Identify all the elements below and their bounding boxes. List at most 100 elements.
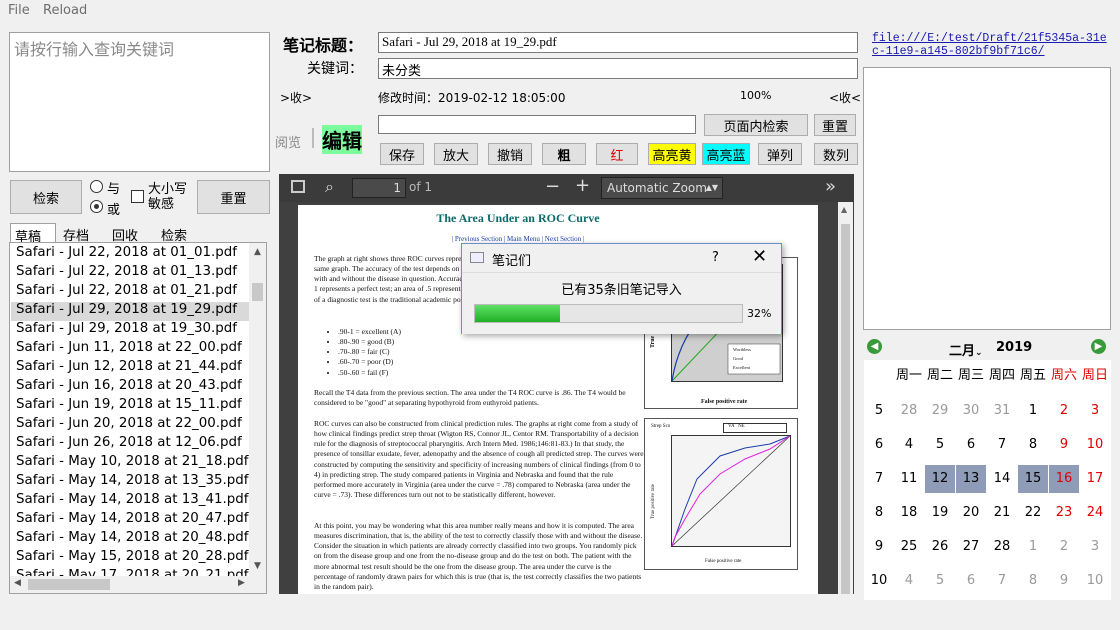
reset-edit-button[interactable]: 重置 [814, 114, 856, 136]
file-list-item[interactable]: Safari - Jul 29, 2018 at 19_30.pdf [16, 321, 237, 340]
calendar-day[interactable]: 31 [987, 397, 1017, 425]
file-list-item[interactable]: Safari - Jun 12, 2018 at 21_44.pdf [16, 359, 242, 378]
edit-button-5[interactable]: 高亮黄 [648, 143, 696, 165]
calendar-day[interactable]: 20 [956, 499, 986, 527]
calendar-day[interactable]: 9 [1049, 567, 1079, 595]
edit-button-1[interactable]: 放大 [434, 143, 478, 165]
sidebar-toggle-icon[interactable] [291, 180, 305, 193]
note-file-link[interactable]: file:///E:/test/Draft/21f5345a-31ec-11e9… [872, 32, 1112, 58]
collapse-left-toggle[interactable]: >收> [280, 89, 312, 106]
menu-file[interactable]: File [8, 3, 30, 18]
calendar-day[interactable]: 23 [1049, 499, 1079, 527]
zoom-select[interactable]: Automatic Zoom ▲▼ [601, 177, 723, 199]
calendar-day[interactable]: 10 [1080, 431, 1110, 459]
calendar-day[interactable]: 6 [956, 431, 986, 459]
next-month-icon[interactable]: ▶ [1091, 339, 1106, 354]
title-input[interactable]: Safari - Jul 29, 2018 at 19_29.pdf [378, 32, 858, 53]
read-mode-tab[interactable]: 阅览 [275, 132, 301, 151]
calendar-day[interactable]: 22 [1018, 499, 1048, 527]
zoom-out-icon[interactable]: − [545, 176, 560, 197]
edit-button-8[interactable]: 数列 [814, 143, 858, 165]
file-list-item[interactable]: Safari - Jul 22, 2018 at 01_21.pdf [16, 283, 237, 302]
tab-0[interactable]: 草稿 [10, 223, 56, 245]
edit-button-6[interactable]: 高亮蓝 [702, 143, 750, 165]
calendar-day[interactable]: 1 [1018, 397, 1048, 425]
calendar-year[interactable]: 2019 [996, 340, 1032, 355]
calendar-day[interactable]: 9 [1049, 431, 1079, 459]
page-number-input[interactable]: 1 [352, 178, 406, 198]
file-list-item[interactable]: Safari - May 14, 2018 at 13_41.pdf [16, 492, 248, 511]
calendar-day[interactable]: 25 [894, 533, 924, 561]
calendar-day[interactable]: 4 [894, 567, 924, 595]
calendar-day[interactable]: 28 [894, 397, 924, 425]
calendar-day[interactable]: 2 [1049, 533, 1079, 561]
calendar-day[interactable]: 26 [925, 533, 955, 561]
file-list-item[interactable]: Safari - May 15, 2018 at 20_28.pdf [16, 549, 248, 568]
zoom-in-icon[interactable]: + [575, 175, 590, 196]
calendar-day[interactable]: 2 [1049, 397, 1079, 425]
collapse-right-toggle[interactable]: <收< [829, 89, 861, 106]
edit-button-3[interactable]: 粗 [542, 143, 586, 165]
calendar-day[interactable]: 21 [987, 499, 1017, 527]
edit-mode-tab[interactable]: 编辑 [322, 125, 362, 154]
calendar-day[interactable]: 5 [925, 567, 955, 595]
pdf-vscrollbar[interactable]: ▲ [838, 202, 853, 594]
file-list-item[interactable]: Safari - May 10, 2018 at 21_18.pdf [16, 454, 248, 473]
tab-1[interactable]: 存档 [59, 223, 105, 244]
tab-3[interactable]: 检索 [157, 223, 203, 244]
calendar-day[interactable]: 15 [1018, 465, 1048, 493]
calendar-day[interactable]: 8 [1018, 567, 1048, 595]
calendar-day[interactable]: 7 [987, 567, 1017, 595]
calendar-day[interactable]: 16 [1049, 465, 1079, 493]
file-list-item[interactable]: Safari - Jul 29, 2018 at 19_29.pdf [11, 302, 249, 321]
file-list-item[interactable]: Safari - May 14, 2018 at 20_48.pdf [16, 530, 248, 549]
calendar-day[interactable]: 11 [894, 465, 924, 493]
calendar-day[interactable]: 12 [925, 465, 955, 493]
calendar-day[interactable]: 5 [925, 431, 955, 459]
calendar-day[interactable]: 10 [1080, 567, 1110, 595]
calendar-month[interactable]: 二月⌄ [949, 340, 983, 359]
search-button[interactable]: 检索 [10, 180, 82, 214]
calendar-day[interactable]: 13 [956, 465, 986, 493]
edit-button-4[interactable]: 红 [596, 143, 638, 165]
or-radio[interactable] [90, 200, 103, 213]
file-list-item[interactable]: Safari - May 14, 2018 at 13_35.pdf [16, 473, 248, 492]
close-icon[interactable]: ✕ [752, 246, 767, 267]
calendar-day[interactable]: 4 [894, 431, 924, 459]
tab-2[interactable]: 回收 [108, 223, 154, 244]
search-icon[interactable]: ⌕ [325, 177, 334, 197]
and-radio[interactable] [90, 180, 103, 193]
edit-button-2[interactable]: 撤销 [488, 143, 532, 165]
calendar-day[interactable]: 17 [1080, 465, 1110, 493]
page-search-button[interactable]: 页面内检索 [704, 114, 808, 136]
file-list-item[interactable]: Safari - Jun 11, 2018 at 22_00.pdf [16, 340, 242, 359]
search-input[interactable]: 请按行输入查询关键词 [9, 32, 270, 172]
note-preview-box[interactable] [863, 67, 1111, 330]
file-list-item[interactable]: Safari - Jul 22, 2018 at 01_13.pdf [16, 264, 237, 283]
calendar-day[interactable]: 8 [1018, 431, 1048, 459]
calendar-day[interactable]: 6 [956, 567, 986, 595]
file-list-item[interactable]: Safari - Jun 16, 2018 at 20_43.pdf [16, 378, 242, 397]
keyword-input[interactable]: 未分类 [378, 58, 858, 79]
calendar-day[interactable]: 3 [1080, 397, 1110, 425]
file-list-item[interactable]: Safari - May 14, 2018 at 20_47.pdf [16, 511, 248, 530]
reset-search-button[interactable]: 重置 [197, 180, 270, 214]
list-hscrollbar[interactable]: ◀ ▶ [10, 576, 251, 593]
calendar-day[interactable]: 29 [925, 397, 955, 425]
calendar-day[interactable]: 24 [1080, 499, 1110, 527]
edit-button-0[interactable]: 保存 [380, 143, 424, 165]
more-tools-icon[interactable]: » [825, 176, 836, 197]
list-vscrollbar[interactable]: ▲ ▼ [249, 243, 266, 593]
page-search-input[interactable] [378, 115, 696, 134]
file-list-item[interactable]: Safari - Jun 20, 2018 at 22_00.pdf [16, 416, 242, 435]
calendar-day[interactable]: 1 [1018, 533, 1048, 561]
calendar-day[interactable]: 14 [987, 465, 1017, 493]
calendar-day[interactable]: 27 [956, 533, 986, 561]
calendar-day[interactable]: 30 [956, 397, 986, 425]
file-list-item[interactable]: Safari - Jul 22, 2018 at 01_01.pdf [16, 245, 237, 264]
case-sensitive-checkbox[interactable] [131, 190, 144, 203]
edit-button-7[interactable]: 弹列 [758, 143, 802, 165]
file-list-item[interactable]: Safari - Jun 19, 2018 at 15_11.pdf [16, 397, 242, 416]
prev-month-icon[interactable]: ◀ [867, 339, 882, 354]
calendar-day[interactable]: 19 [925, 499, 955, 527]
